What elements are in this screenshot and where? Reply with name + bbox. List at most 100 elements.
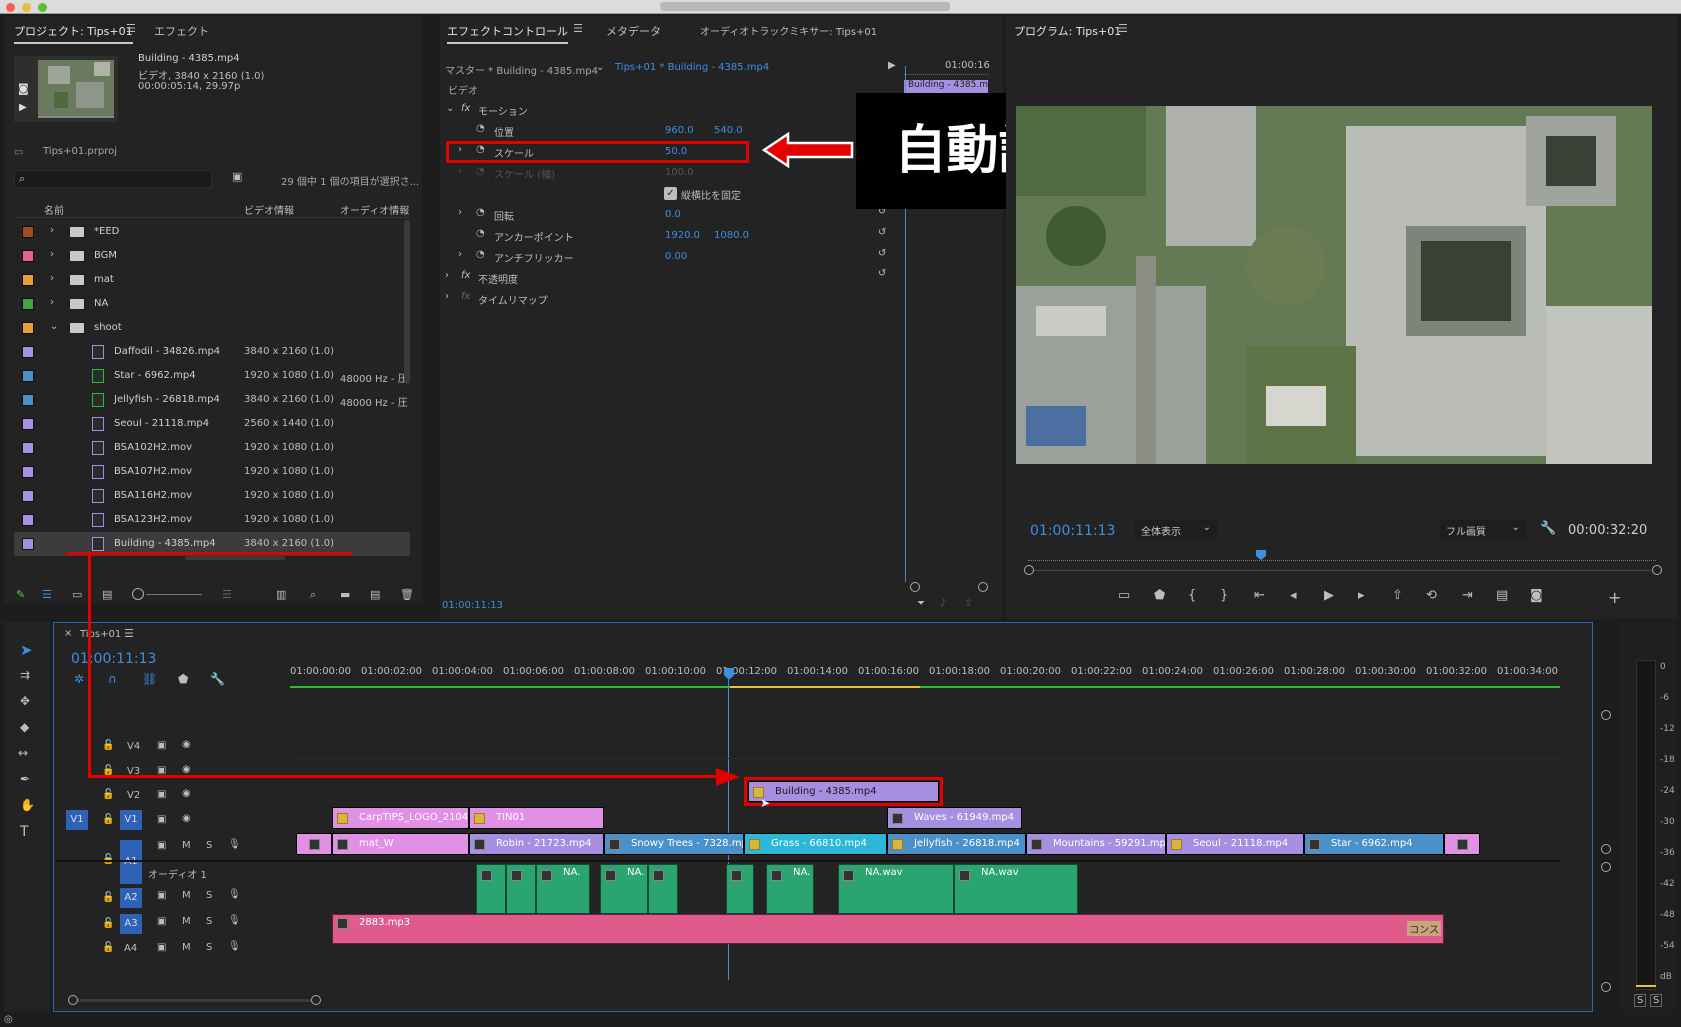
sync-lock-icon[interactable]: ▣ bbox=[157, 789, 166, 800]
project-item-row[interactable]: Star - 6962.mp4 1920 x 1080 (1.0) 48000 Hz… bbox=[14, 364, 410, 388]
label-color-swatch[interactable] bbox=[22, 250, 34, 262]
program-zoom-bar[interactable] bbox=[1034, 570, 1652, 571]
solo-a2[interactable]: S bbox=[206, 890, 212, 901]
lock-icon[interactable]: 🔓 bbox=[102, 740, 114, 751]
mute-a1[interactable]: M bbox=[182, 840, 191, 851]
chevron-right-icon[interactable]: › bbox=[458, 144, 462, 155]
wrench-icon[interactable]: 🔧 bbox=[1540, 521, 1556, 536]
chevron-right-icon[interactable]: › bbox=[458, 207, 462, 218]
type-tool-icon[interactable]: T bbox=[20, 824, 29, 840]
panel-menu-icon[interactable]: ☰ bbox=[126, 22, 136, 35]
step-forward-icon[interactable]: ▸ bbox=[1358, 588, 1365, 603]
hscroll-handle[interactable] bbox=[311, 995, 321, 1005]
audio-clip-na-wav[interactable]: NA.wav bbox=[838, 864, 954, 914]
ripple-edit-tool-icon[interactable]: ✥ bbox=[20, 694, 30, 708]
filter-icon[interactable]: ⏷ bbox=[917, 598, 925, 609]
track-label-v2[interactable]: V2 bbox=[127, 790, 140, 801]
project-item-row[interactable]: BSA116H2.mov 1920 x 1080 (1.0) bbox=[14, 484, 410, 508]
tab-project[interactable]: プロジェクト: Tips+01 bbox=[14, 23, 133, 44]
antiflicker-value[interactable]: 0.00 bbox=[665, 251, 687, 262]
uniform-scale-checkbox[interactable]: ✓ bbox=[664, 187, 677, 200]
chevron-right-icon[interactable]: › bbox=[50, 249, 54, 260]
find-icon[interactable]: ▣ bbox=[232, 170, 242, 183]
source-patch-v1[interactable]: V1 bbox=[66, 810, 88, 830]
sync-lock-icon[interactable]: ▣ bbox=[157, 740, 166, 751]
project-item-row[interactable]: › *EED bbox=[14, 220, 410, 244]
rotation-value[interactable]: 0.0 bbox=[665, 209, 681, 220]
snap-icon[interactable]: ∩ bbox=[108, 672, 117, 686]
microphone-icon[interactable]: 🎙 bbox=[228, 839, 241, 850]
mini-scroll-handle[interactable] bbox=[910, 582, 920, 592]
mute-a3[interactable]: M bbox=[182, 916, 191, 927]
solo-a4[interactable]: S bbox=[206, 942, 212, 953]
clip-star[interactable]: Star - 6962.mp4 bbox=[1304, 833, 1444, 855]
label-color-swatch[interactable] bbox=[22, 274, 34, 286]
eye-icon[interactable]: ◉ bbox=[182, 813, 191, 824]
clip-thumbnail[interactable]: ◙ ▶ bbox=[14, 56, 118, 122]
track-select-tool-icon[interactable]: ⇉ bbox=[20, 668, 30, 682]
lock-icon[interactable]: 🔓 bbox=[102, 918, 114, 929]
zoom-slider-handle[interactable] bbox=[132, 588, 144, 600]
position-y-value[interactable]: 540.0 bbox=[714, 125, 743, 136]
clip-mat-w[interactable]: mat_W bbox=[332, 833, 469, 855]
program-timecode[interactable]: 01:00:11:13 bbox=[1030, 523, 1115, 539]
tab-effect-controls[interactable]: エフェクトコントロール bbox=[447, 23, 568, 44]
clip-v1-start[interactable] bbox=[296, 833, 332, 855]
project-item-row[interactable]: ⌄ shoot bbox=[14, 316, 410, 340]
chevron-down-icon[interactable]: ⌄ bbox=[596, 62, 604, 73]
vscroll-handle[interactable] bbox=[1601, 710, 1611, 720]
fx-icon[interactable]: fx bbox=[461, 103, 470, 114]
timeline-ruler[interactable]: 01:00:00:00 01:00:02:00 01:00:04:00 01:00:0… bbox=[290, 660, 1560, 686]
hscroll-handle[interactable] bbox=[68, 995, 78, 1005]
label-color-swatch[interactable] bbox=[22, 490, 34, 502]
hand-tool-icon[interactable]: ✋ bbox=[20, 798, 35, 812]
program-monitor-title[interactable]: プログラム: Tips+01 bbox=[1014, 23, 1121, 42]
project-list-scrollbar[interactable] bbox=[404, 220, 410, 384]
go-to-in-icon[interactable]: ⇤ bbox=[1254, 588, 1265, 603]
safe-margins-icon[interactable]: ▭ bbox=[1118, 588, 1130, 603]
lock-icon[interactable]: 🔓 bbox=[102, 892, 114, 903]
track-label-a1[interactable]: A1 bbox=[120, 840, 142, 884]
solo-left-button[interactable]: S bbox=[1634, 994, 1647, 1007]
sequence-clip-label[interactable]: Tips+01 * Building - 4385.mp4 bbox=[615, 62, 769, 73]
label-color-swatch[interactable] bbox=[22, 346, 34, 358]
vscroll-handle[interactable] bbox=[1601, 982, 1611, 992]
find-icon-footer[interactable]: ⌕ bbox=[310, 588, 316, 602]
chevron-right-icon[interactable]: › bbox=[50, 225, 54, 236]
audio-clip-na-wav[interactable]: NA.wav bbox=[954, 864, 1078, 914]
vscroll-handle[interactable] bbox=[1601, 862, 1611, 872]
audio-clip-na[interactable]: NA. bbox=[600, 864, 648, 914]
stopwatch-icon[interactable]: ◔ bbox=[476, 249, 485, 260]
add-marker-icon[interactable]: ⬟ bbox=[178, 672, 188, 686]
clip-seoul[interactable]: Seoul - 21118.mp4 bbox=[1166, 833, 1304, 855]
mini-timeline-clip[interactable]: Building - 4385.m bbox=[904, 80, 988, 93]
solo-a3[interactable]: S bbox=[206, 916, 212, 927]
program-scroll-handle[interactable] bbox=[1024, 565, 1034, 575]
sync-lock-icon[interactable]: ▣ bbox=[157, 890, 166, 901]
audio-clip-music[interactable]: 2883.mp3 コンス bbox=[332, 914, 1444, 944]
trash-icon[interactable]: 🗑 bbox=[400, 588, 414, 601]
reset-icon[interactable]: ↺ bbox=[878, 268, 886, 279]
mark-in-icon[interactable]: { bbox=[1188, 588, 1196, 603]
slip-tool-icon[interactable]: ↔ bbox=[18, 746, 28, 760]
chevron-right-icon[interactable]: › bbox=[50, 297, 54, 308]
stopwatch-icon[interactable]: ◔ bbox=[476, 123, 485, 134]
label-color-swatch[interactable] bbox=[22, 370, 34, 382]
list-view-icon[interactable]: ☰ bbox=[42, 588, 52, 601]
sync-lock-icon[interactable]: ▣ bbox=[157, 814, 166, 825]
program-video-frame[interactable] bbox=[1016, 106, 1652, 464]
mark-out-icon[interactable]: } bbox=[1220, 588, 1228, 603]
thumbnail-scrubber[interactable] bbox=[38, 116, 114, 118]
stopwatch-icon[interactable]: ◔ bbox=[476, 207, 485, 218]
label-color-swatch[interactable] bbox=[22, 394, 34, 406]
close-window-button[interactable] bbox=[6, 3, 15, 12]
audio-clip-a1[interactable] bbox=[648, 864, 678, 914]
panel-menu-icon[interactable]: ☰ bbox=[1118, 22, 1128, 35]
go-to-out-icon[interactable]: ⇥ bbox=[1462, 588, 1473, 603]
track-label-v4[interactable]: V4 bbox=[127, 741, 140, 752]
clip-jellyfish[interactable]: Jellyfish - 26818.mp4 bbox=[887, 833, 1026, 855]
project-item-row[interactable]: › NA bbox=[14, 292, 410, 316]
clip-waves[interactable]: Waves - 61949.mp4 bbox=[887, 807, 1022, 829]
project-item-row[interactable]: BSA102H2.mov 1920 x 1080 (1.0) bbox=[14, 436, 410, 460]
microphone-icon[interactable]: 🎙 bbox=[228, 889, 241, 900]
